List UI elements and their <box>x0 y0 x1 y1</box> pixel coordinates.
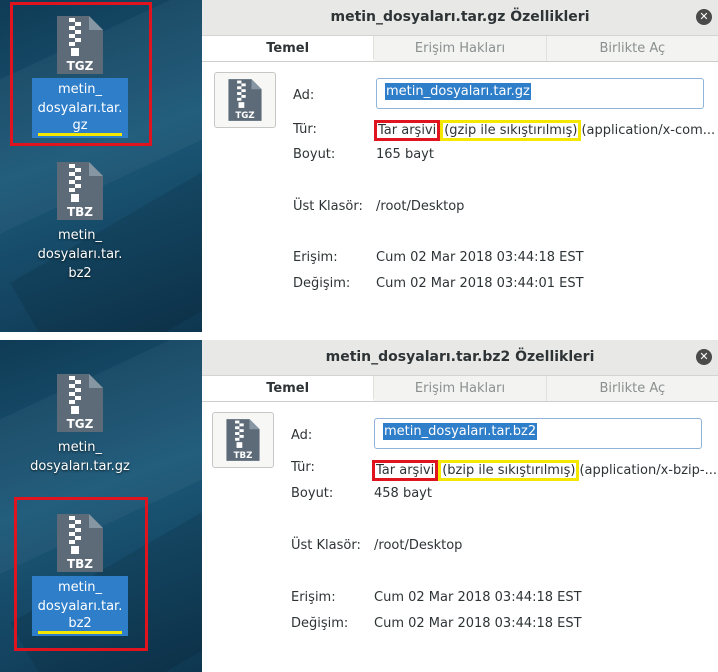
parent-folder-label: Üst Klasör: <box>293 199 363 214</box>
dialog-title: metin_dosyaları.tar.gz Özellikleri <box>330 9 590 25</box>
size-label: Boyut: <box>291 486 334 501</box>
properties-dialog: metin_dosyaları.tar.gz Özellikleri ✕ Tem… <box>202 0 718 332</box>
modified-label: Değişim: <box>293 276 351 291</box>
type-label: Tür: <box>293 122 317 137</box>
archive-file-icon: TGZ <box>57 374 103 432</box>
modified-value: Cum 02 Mar 2018 03:44:01 EST <box>376 276 584 291</box>
type-mime-text: (application/x-bzip-... <box>579 463 718 478</box>
tab-basic[interactable]: Temel <box>202 376 375 401</box>
svg-text:TGZ: TGZ <box>235 111 254 121</box>
type-value: Tar arşivi (bzip ile sıkıştırılmış) (app… <box>372 460 717 481</box>
properties-dialog: metin_dosyaları.tar.bz2 Özellikleri ✕ Te… <box>202 340 718 672</box>
size-value: 458 bayt <box>374 486 432 501</box>
highlight-box <box>14 497 148 651</box>
type-compression-text: (gzip ile sıkıştırılmış) <box>440 120 582 141</box>
file-thumbnail[interactable]: TBZ <box>212 412 274 468</box>
modified-value: Cum 02 Mar 2018 03:44:18 EST <box>374 616 582 631</box>
desktop-file-label: metin_ dosyaları.tar.gz <box>30 440 130 474</box>
parent-folder-label: Üst Klasör: <box>291 538 361 553</box>
size-value: 165 bayt <box>376 147 434 162</box>
modified-label: Değişim: <box>291 616 349 631</box>
tab-open-with[interactable]: Birlikte Aç <box>547 36 718 61</box>
tab-bar: Temel Erişim Hakları Birlikte Aç <box>202 36 718 62</box>
name-field[interactable]: metin_dosyaları.tar.gz <box>376 78 704 109</box>
name-field[interactable]: metin_dosyaları.tar.bz2 <box>374 418 702 449</box>
tab-basic[interactable]: Temel <box>202 36 375 61</box>
desktop-file-tgz[interactable]: TGZ metin_ dosyaları.tar.gz <box>20 372 140 478</box>
close-icon[interactable]: ✕ <box>696 349 712 365</box>
name-value: metin_dosyaları.tar.gz <box>385 83 531 100</box>
file-thumbnail[interactable]: TGZ <box>214 72 276 128</box>
svg-text:TBZ: TBZ <box>67 205 93 219</box>
screenshot-top: TGZ metin_ dosyaları.tar. gz TBZ metin_ … <box>0 0 718 332</box>
type-archive-text: Tar arşivi <box>374 120 441 141</box>
name-value: metin_dosyaları.tar.bz2 <box>383 423 538 440</box>
type-label: Tür: <box>291 460 315 475</box>
name-label: Ad: <box>291 428 313 443</box>
type-value: Tar arşivi (gzip ile sıkıştırılmış) (app… <box>374 120 715 141</box>
archive-file-icon: TGZ <box>228 79 262 121</box>
size-label: Boyut: <box>293 147 336 162</box>
dialog-titlebar: metin_dosyaları.tar.bz2 Özellikleri ✕ <box>202 340 718 376</box>
tab-open-with[interactable]: Birlikte Aç <box>547 376 718 401</box>
tab-permissions[interactable]: Erişim Hakları <box>374 376 547 401</box>
svg-text:TGZ: TGZ <box>67 417 94 431</box>
close-icon[interactable]: ✕ <box>696 9 712 25</box>
desktop-file-tbz[interactable]: TBZ metin_ dosyaları.tar. bz2 <box>20 160 140 285</box>
accessed-label: Erişim: <box>293 250 338 265</box>
archive-file-icon: TBZ <box>226 419 260 461</box>
archive-file-icon: TBZ <box>57 162 103 220</box>
parent-folder-value: /root/Desktop <box>374 538 463 553</box>
svg-text:TBZ: TBZ <box>234 451 253 461</box>
tab-bar: Temel Erişim Hakları Birlikte Aç <box>202 376 718 402</box>
accessed-label: Erişim: <box>291 590 336 605</box>
dialog-title: metin_dosyaları.tar.bz2 Özellikleri <box>325 349 595 365</box>
screenshot-bottom: TGZ metin_ dosyaları.tar.gz TBZ metin_ d… <box>0 340 718 672</box>
type-mime-text: (application/x-com... <box>581 123 716 138</box>
accessed-value: Cum 02 Mar 2018 03:44:18 EST <box>376 250 584 265</box>
highlight-box <box>10 2 152 146</box>
desktop: TGZ metin_ dosyaları.tar. gz TBZ metin_ … <box>0 0 202 332</box>
type-archive-text: Tar arşivi <box>372 460 439 481</box>
type-compression-text: (bzip ile sıkıştırılmış) <box>438 460 580 481</box>
desktop-file-label: metin_ dosyaları.tar. bz2 <box>37 228 123 281</box>
accessed-value: Cum 02 Mar 2018 03:44:18 EST <box>374 590 582 605</box>
desktop: TGZ metin_ dosyaları.tar.gz TBZ metin_ d… <box>0 340 202 672</box>
name-label: Ad: <box>293 88 315 103</box>
parent-folder-value: /root/Desktop <box>376 199 465 214</box>
dialog-titlebar: metin_dosyaları.tar.gz Özellikleri ✕ <box>202 0 718 36</box>
tab-permissions[interactable]: Erişim Hakları <box>374 36 547 61</box>
